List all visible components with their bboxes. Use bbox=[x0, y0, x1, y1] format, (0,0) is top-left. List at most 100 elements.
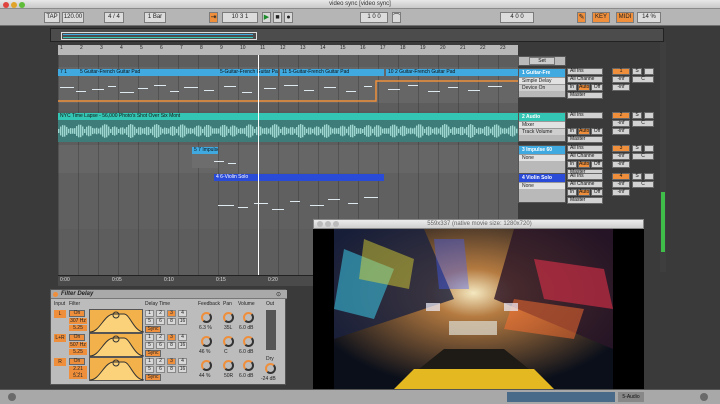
midi-note[interactable] bbox=[228, 163, 236, 164]
midi-note[interactable] bbox=[254, 203, 268, 204]
loop-length-field[interactable]: 4 0 0 bbox=[500, 12, 534, 23]
track-activator-button[interactable]: 4 bbox=[612, 173, 630, 180]
input-channel-chooser[interactable]: All Channe bbox=[567, 153, 603, 160]
output-chooser[interactable]: Master bbox=[567, 197, 603, 204]
input-channel-chooser[interactable]: All Channe bbox=[567, 181, 603, 188]
midi-note[interactable] bbox=[138, 88, 148, 89]
solo-button[interactable]: S bbox=[632, 145, 642, 152]
midi-note[interactable] bbox=[92, 89, 104, 90]
filter-on-button[interactable]: On bbox=[69, 310, 85, 317]
midi-note[interactable] bbox=[408, 85, 418, 86]
pan-field[interactable]: C bbox=[632, 120, 654, 127]
midi-note[interactable] bbox=[346, 91, 356, 92]
channel-toggle[interactable]: R bbox=[54, 358, 66, 366]
delay-beat-button[interactable]: 5 bbox=[145, 318, 154, 325]
device-chooser[interactable]: Mixer bbox=[519, 121, 565, 128]
arm-record-button[interactable] bbox=[644, 68, 654, 75]
clip[interactable]: 11 5-Guitar-French Guitar Pad bbox=[280, 69, 384, 76]
delay-beat-button[interactable]: 1 bbox=[145, 358, 154, 365]
midi-note[interactable] bbox=[428, 91, 440, 92]
midi-note[interactable] bbox=[170, 91, 179, 92]
pan-field[interactable]: C bbox=[632, 153, 654, 160]
follow-icon[interactable]: ⇥ bbox=[209, 12, 218, 23]
track-header[interactable]: 4 Violin Solo None bbox=[518, 173, 566, 203]
info-toggle-icon[interactable] bbox=[8, 393, 16, 401]
pencil-icon[interactable]: ✎ bbox=[577, 12, 586, 23]
volume-knob[interactable] bbox=[243, 336, 254, 347]
volume-knob[interactable] bbox=[243, 360, 254, 371]
clip[interactable]: 7 1 bbox=[58, 69, 78, 76]
clip[interactable]: 5 Guitar-French Guitar Pad bbox=[78, 69, 218, 76]
time-signature-field[interactable]: 4 / 4 bbox=[104, 12, 124, 23]
solo-button[interactable]: S bbox=[632, 68, 642, 75]
delay-beat-button[interactable]: 1 bbox=[145, 334, 154, 341]
solo-button[interactable]: S bbox=[632, 112, 642, 119]
tempo-field[interactable]: 120.00 bbox=[62, 12, 84, 23]
delay-beat-button[interactable]: 16 bbox=[178, 366, 187, 373]
delay-beat-button[interactable]: 3 bbox=[167, 358, 176, 365]
midi-note[interactable] bbox=[304, 90, 314, 91]
delay-beat-button[interactable]: 4 bbox=[178, 358, 187, 365]
filter-graph[interactable] bbox=[89, 309, 145, 333]
filter-width[interactable]: 5.25 bbox=[69, 325, 87, 331]
device-chooser[interactable]: Track Volume bbox=[519, 128, 565, 135]
filter-frequency[interactable]: 507 Hz bbox=[69, 342, 87, 348]
device-chooser[interactable]: Device On bbox=[519, 84, 565, 91]
midi-map-button[interactable]: MIDI bbox=[616, 12, 634, 23]
volume-knob[interactable] bbox=[243, 312, 254, 323]
filter-width[interactable]: 5.25 bbox=[69, 349, 87, 355]
input-type-chooser[interactable]: All Ins bbox=[567, 145, 603, 152]
play-icon[interactable]: ▶ bbox=[262, 12, 271, 23]
send-field[interactable]: -inf bbox=[612, 128, 630, 135]
filter-frequency[interactable]: 307 Hz bbox=[69, 318, 87, 324]
pan-field[interactable]: C bbox=[632, 76, 654, 83]
input-type-chooser[interactable]: All Ins bbox=[567, 173, 603, 180]
track-header[interactable]: 2 Audio Mixer Track Volume bbox=[518, 112, 566, 142]
midi-note[interactable] bbox=[348, 203, 358, 204]
draw-mode-icon[interactable]: ⌒ bbox=[392, 12, 401, 23]
track-lane-impulse[interactable] bbox=[58, 145, 518, 173]
arm-record-button[interactable] bbox=[644, 173, 654, 180]
pan-knob[interactable] bbox=[223, 336, 234, 347]
delay-beat-button[interactable]: 4 bbox=[178, 310, 187, 317]
dry-knob[interactable] bbox=[265, 363, 276, 374]
midi-note[interactable] bbox=[324, 87, 336, 88]
midi-note[interactable] bbox=[284, 85, 298, 86]
delay-beat-button[interactable]: 1 bbox=[145, 310, 154, 317]
filter-on-button[interactable]: On bbox=[69, 358, 85, 365]
track-header[interactable]: 1 Guitar-Fre Simple Delay Device On bbox=[518, 68, 566, 98]
midi-note[interactable] bbox=[364, 86, 372, 87]
midi-note[interactable] bbox=[60, 87, 74, 88]
monitor-off-button[interactable]: Off bbox=[591, 128, 603, 135]
beat-time-ruler[interactable]: 1 2 3 4 5 6 7 8 9 10 11 12 13 14 15 16 17 18 19 20 21 22 23 bbox=[58, 45, 518, 55]
midi-note[interactable] bbox=[108, 86, 116, 87]
clip[interactable]: NYC Time Lapse - 56,000 Photo's Shot Ove… bbox=[58, 113, 518, 120]
monitor-off-button[interactable]: Off bbox=[591, 189, 603, 196]
volume-field[interactable]: -inf bbox=[612, 181, 630, 188]
monitor-in-button[interactable]: In bbox=[567, 84, 577, 91]
feedback-knob[interactable] bbox=[201, 336, 212, 347]
arm-record-button[interactable] bbox=[644, 112, 654, 119]
midi-note[interactable] bbox=[328, 199, 340, 200]
automation-line[interactable] bbox=[58, 77, 518, 103]
output-chooser[interactable]: Master bbox=[567, 92, 603, 99]
delay-beat-button[interactable]: 8 bbox=[167, 342, 176, 349]
monitor-auto-button[interactable]: Auto bbox=[578, 189, 590, 196]
midi-note[interactable] bbox=[488, 86, 502, 87]
midi-note[interactable] bbox=[310, 205, 324, 206]
midi-note[interactable] bbox=[364, 197, 378, 198]
midi-note[interactable] bbox=[242, 92, 252, 93]
input-type-chooser[interactable]: All Ins bbox=[567, 68, 603, 75]
track-name[interactable]: 2 Audio bbox=[519, 113, 565, 121]
midi-note[interactable] bbox=[154, 85, 166, 86]
device-chooser[interactable]: None bbox=[519, 154, 565, 161]
midi-note[interactable] bbox=[214, 161, 224, 162]
monitor-auto-button[interactable]: Auto bbox=[578, 84, 590, 91]
monitor-in-button[interactable]: In bbox=[567, 189, 577, 196]
delay-beat-button[interactable]: 5 bbox=[145, 366, 154, 373]
stop-icon[interactable]: ■ bbox=[273, 12, 282, 23]
record-icon[interactable]: ● bbox=[284, 12, 293, 23]
monitor-auto-button[interactable]: Auto bbox=[578, 128, 590, 135]
channel-toggle[interactable]: L+R bbox=[54, 334, 66, 342]
device-on-icon[interactable] bbox=[53, 292, 58, 297]
